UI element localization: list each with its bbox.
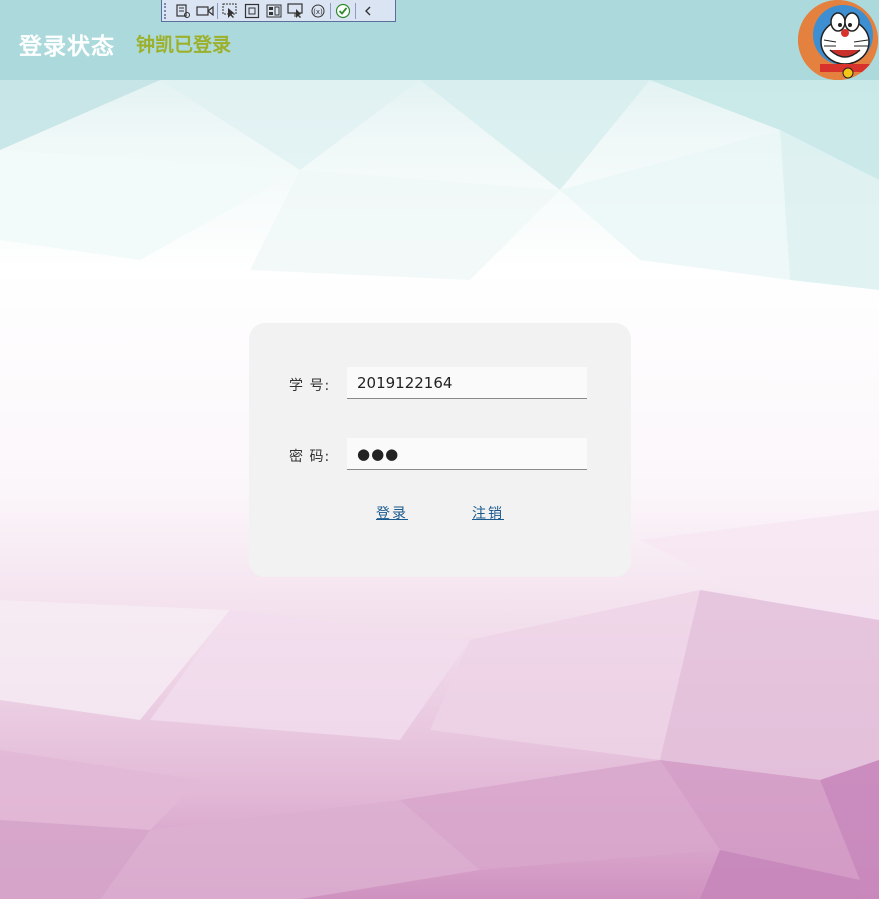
- check-icon[interactable]: [332, 2, 354, 20]
- layout-icon[interactable]: [263, 2, 285, 20]
- student-id-input[interactable]: 2019122164: [347, 367, 587, 399]
- student-id-label: 学 号:: [289, 378, 331, 394]
- toolbar-separator: [217, 2, 218, 19]
- page-title: 登录状态: [19, 34, 115, 60]
- password-label: 密 码:: [289, 449, 331, 465]
- logout-link[interactable]: 注销: [472, 503, 504, 523]
- avatar: [798, 0, 878, 80]
- login-form-panel: 学 号: 2019122164 密 码: ●●● 登录 注销: [249, 323, 631, 577]
- header-bar: 登录状态 钟凯已登录: [0, 0, 879, 80]
- record-icon[interactable]: [194, 2, 216, 20]
- login-link[interactable]: 登录: [376, 503, 408, 523]
- toolbar-grip[interactable]: [164, 2, 172, 19]
- toolbar-separator: [330, 2, 331, 19]
- debug-toolbar: (x): [161, 0, 396, 22]
- pointer-select-icon[interactable]: [219, 2, 241, 20]
- login-window: 登录状态 钟凯已登录 (x) 学 号: 2019122164 密 码: ●●● …: [0, 0, 879, 899]
- toolbar-separator: [355, 2, 356, 19]
- password-input[interactable]: ●●●: [347, 438, 587, 470]
- frame-icon[interactable]: [241, 2, 263, 20]
- svg-text:(x): (x): [313, 8, 323, 16]
- select-element-icon[interactable]: [172, 2, 194, 20]
- login-status-text: 钟凯已登录: [136, 34, 232, 56]
- collapse-icon[interactable]: [357, 2, 379, 20]
- display-icon[interactable]: [285, 2, 307, 20]
- binding-icon[interactable]: (x): [307, 2, 329, 20]
